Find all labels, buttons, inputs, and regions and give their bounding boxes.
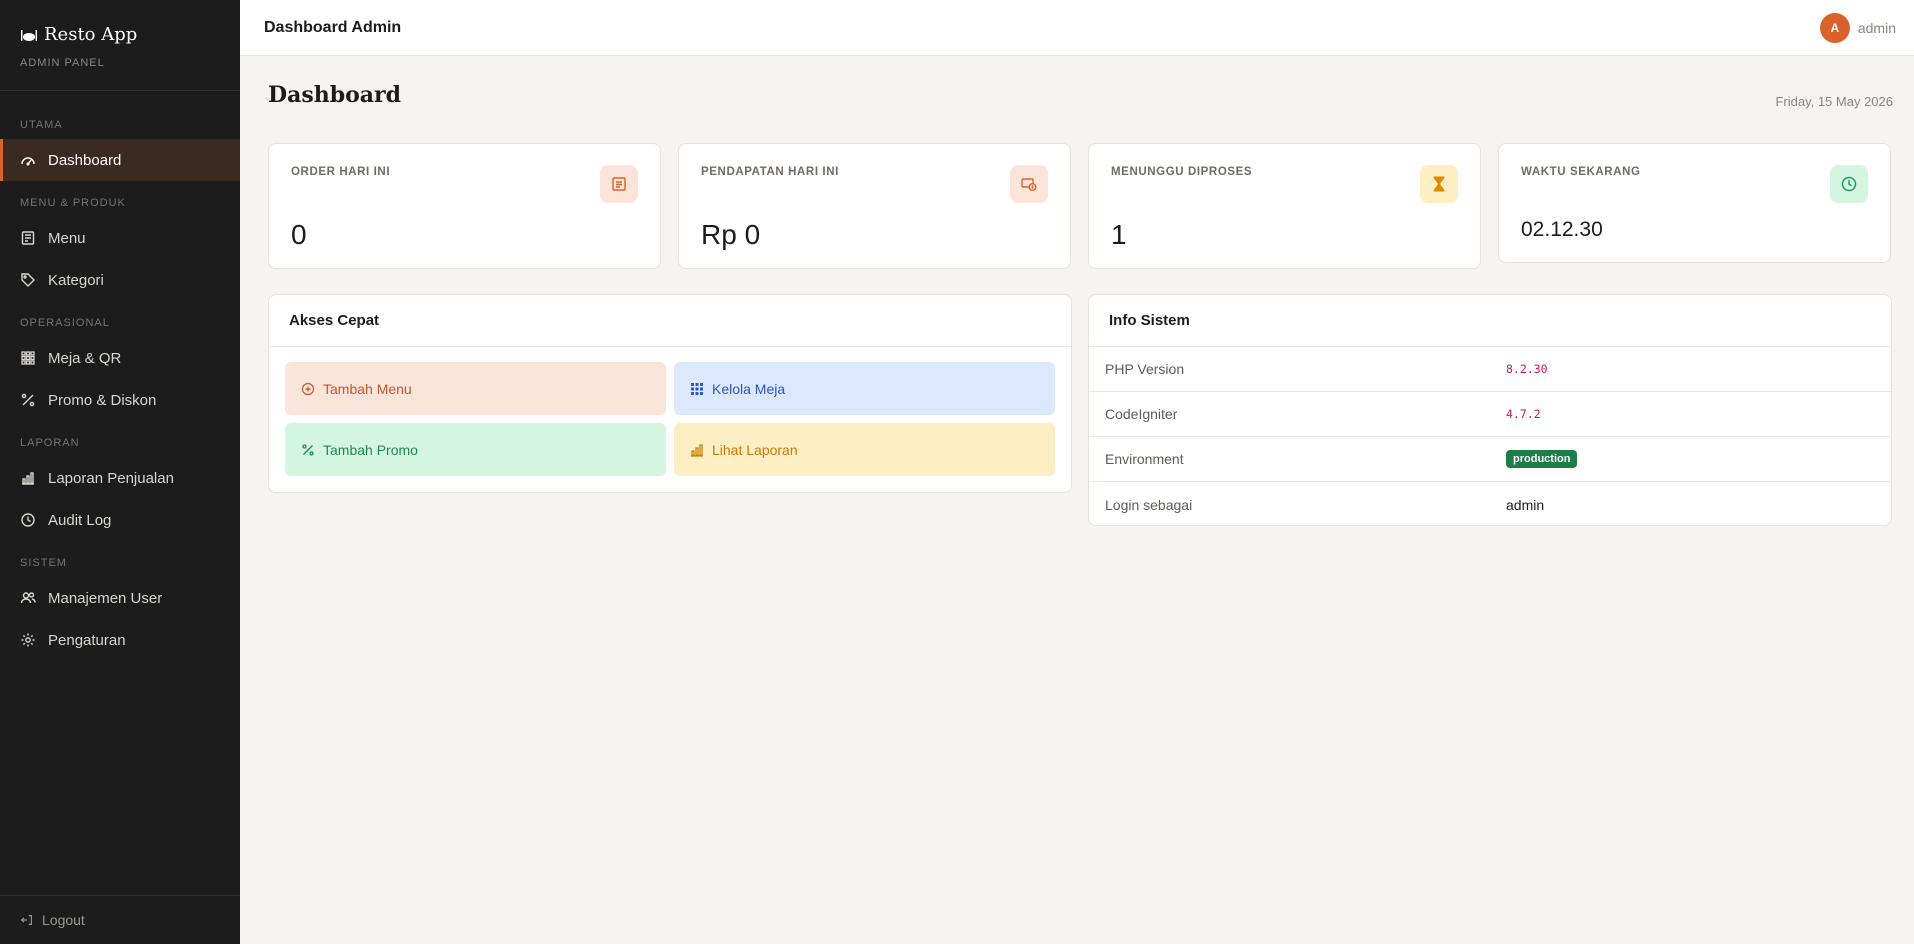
stat-card-waktu: WAKTU SEKARANG 02.12.30 bbox=[1498, 143, 1891, 263]
user-menu[interactable]: A admin bbox=[1819, 12, 1896, 43]
brand-title: Resto App bbox=[44, 24, 138, 45]
quick-access-card: Akses Cepat Tambah Menu Kelola Meja Tamb… bbox=[268, 294, 1072, 493]
quick-action-label: Lihat Laporan bbox=[712, 441, 798, 458]
logout-button[interactable]: Logout bbox=[0, 895, 240, 944]
section-label-operasional: OPERASIONAL bbox=[20, 317, 110, 329]
sidebar-item-label: Laporan Penjualan bbox=[48, 469, 174, 487]
stat-value: 02.12.30 bbox=[1521, 218, 1603, 241]
info-row-codeigniter: CodeIgniter 4.7.2 bbox=[1089, 392, 1891, 437]
info-row-php-version: PHP Version 8.2.30 bbox=[1089, 347, 1891, 392]
card-title: Info Sistem bbox=[1089, 295, 1891, 347]
section-label-menu-produk: MENU & PRODUK bbox=[20, 197, 126, 209]
system-info-card: Info Sistem PHP Version 8.2.30 CodeIgnit… bbox=[1088, 294, 1892, 526]
section-label-sistem: SISTEM bbox=[20, 557, 67, 569]
quick-action-label: Kelola Meja bbox=[712, 380, 786, 397]
user-name: admin bbox=[1857, 19, 1896, 36]
quick-action-label: Tambah Menu bbox=[323, 380, 412, 397]
card-title: Akses Cepat bbox=[269, 295, 1071, 347]
cash-icon bbox=[1021, 178, 1037, 191]
sidebar-item-audit-log[interactable]: Audit Log bbox=[0, 499, 240, 541]
quick-action-label: Tambah Promo bbox=[323, 441, 418, 458]
status-badge: production bbox=[1506, 450, 1578, 468]
percent-icon bbox=[21, 393, 35, 407]
grid-icon bbox=[691, 382, 703, 395]
brand-logo[interactable]: Resto App bbox=[20, 24, 220, 45]
clock-icon bbox=[21, 513, 35, 527]
gauge-icon bbox=[21, 157, 35, 166]
info-row-login-sebagai: Login sebagai admin bbox=[1089, 482, 1891, 525]
sidebar-item-label: Audit Log bbox=[48, 511, 112, 529]
clock-icon bbox=[1841, 176, 1857, 192]
sidebar-item-manajemen-user[interactable]: Manajemen User bbox=[0, 577, 240, 619]
sidebar-item-label: Manajemen User bbox=[48, 589, 163, 607]
sidebar-item-label: Meja & QR bbox=[48, 349, 122, 367]
bar-chart-icon bbox=[691, 443, 703, 457]
topbar: Dashboard Admin A admin bbox=[240, 0, 1914, 56]
page-title: Dashboard bbox=[268, 82, 401, 108]
system-info-table: PHP Version 8.2.30 CodeIgniter 4.7.2 Env… bbox=[1089, 347, 1891, 525]
topbar-title: Dashboard Admin bbox=[264, 18, 402, 36]
info-key: Environment bbox=[1105, 451, 1184, 467]
info-key: CodeIgniter bbox=[1105, 406, 1178, 422]
stat-label: WAKTU SEKARANG bbox=[1521, 166, 1641, 178]
stat-label: ORDER HARI INI bbox=[291, 166, 391, 178]
brand: Resto App ADMIN PANEL bbox=[0, 0, 240, 91]
grid-icon bbox=[21, 351, 35, 365]
sidebar-item-pengaturan[interactable]: Pengaturan bbox=[0, 619, 240, 661]
sidebar-item-promo-diskon[interactable]: Promo & Diskon bbox=[0, 379, 240, 421]
gear-icon bbox=[21, 633, 35, 647]
stat-card-menunggu: MENUNGGU DIPROSES 1 bbox=[1088, 143, 1481, 269]
info-value: admin bbox=[1506, 496, 1545, 513]
section-label-laporan: LAPORAN bbox=[20, 437, 80, 449]
sidebar-item-label: Dashboard bbox=[48, 151, 122, 169]
users-icon bbox=[20, 592, 36, 604]
stat-label: PENDAPATAN HARI INI bbox=[701, 166, 839, 178]
sidebar-item-label: Pengaturan bbox=[48, 631, 126, 649]
info-key: Login sebagai bbox=[1105, 496, 1193, 513]
sidebar: Resto App ADMIN PANEL UTAMA Dashboard ME… bbox=[0, 0, 240, 944]
info-value: 8.2.30 bbox=[1506, 362, 1548, 376]
stat-icon-box bbox=[600, 165, 638, 203]
sidebar-item-meja-qr[interactable]: Meja & QR bbox=[0, 337, 240, 379]
bar-chart-icon bbox=[22, 472, 34, 485]
sidebar-item-label: Kategori bbox=[48, 271, 104, 289]
sidebar-item-label: Menu bbox=[48, 229, 86, 247]
info-key: PHP Version bbox=[1105, 361, 1185, 377]
tag-icon bbox=[21, 273, 35, 287]
quick-action-kelola-meja[interactable]: Kelola Meja bbox=[674, 362, 1055, 415]
hourglass-icon bbox=[1433, 176, 1445, 192]
stat-icon-box bbox=[1830, 165, 1868, 203]
logout-label: Logout bbox=[42, 912, 85, 928]
sidebar-item-menu[interactable]: Menu bbox=[0, 217, 240, 259]
stat-card-order: ORDER HARI INI 0 bbox=[268, 143, 661, 269]
sidebar-item-dashboard[interactable]: Dashboard bbox=[0, 139, 240, 181]
quick-action-tambah-menu[interactable]: Tambah Menu bbox=[285, 362, 666, 415]
stat-icon-box bbox=[1010, 165, 1048, 203]
info-row-environment: Environment production bbox=[1089, 437, 1891, 482]
info-value: 4.7.2 bbox=[1506, 407, 1541, 421]
page-date: Friday, 15 May 2026 bbox=[1775, 94, 1893, 109]
section-label-utama: UTAMA bbox=[20, 119, 63, 131]
percent-icon bbox=[302, 443, 314, 456]
receipt-icon bbox=[612, 177, 626, 191]
stat-icon-box bbox=[1420, 165, 1458, 203]
plate-utensils-icon bbox=[21, 29, 37, 41]
stat-card-pendapatan: PENDAPATAN HARI INI Rp 0 bbox=[678, 143, 1071, 269]
book-icon bbox=[21, 231, 35, 245]
sidebar-item-label: Promo & Diskon bbox=[48, 391, 157, 409]
stat-value: Rp 0 bbox=[701, 219, 761, 250]
quick-action-lihat-laporan[interactable]: Lihat Laporan bbox=[674, 423, 1055, 476]
logout-icon bbox=[20, 915, 32, 925]
sidebar-item-kategori[interactable]: Kategori bbox=[0, 259, 240, 301]
plus-circle-icon bbox=[301, 382, 315, 395]
sidebar-item-laporan-penjualan[interactable]: Laporan Penjualan bbox=[0, 457, 240, 499]
quick-action-tambah-promo[interactable]: Tambah Promo bbox=[285, 423, 666, 476]
stat-value: 0 bbox=[291, 219, 307, 250]
avatar: A bbox=[1819, 12, 1850, 43]
stat-label: MENUNGGU DIPROSES bbox=[1111, 166, 1253, 178]
brand-subtitle: ADMIN PANEL bbox=[20, 57, 105, 69]
stat-value: 1 bbox=[1111, 219, 1127, 250]
